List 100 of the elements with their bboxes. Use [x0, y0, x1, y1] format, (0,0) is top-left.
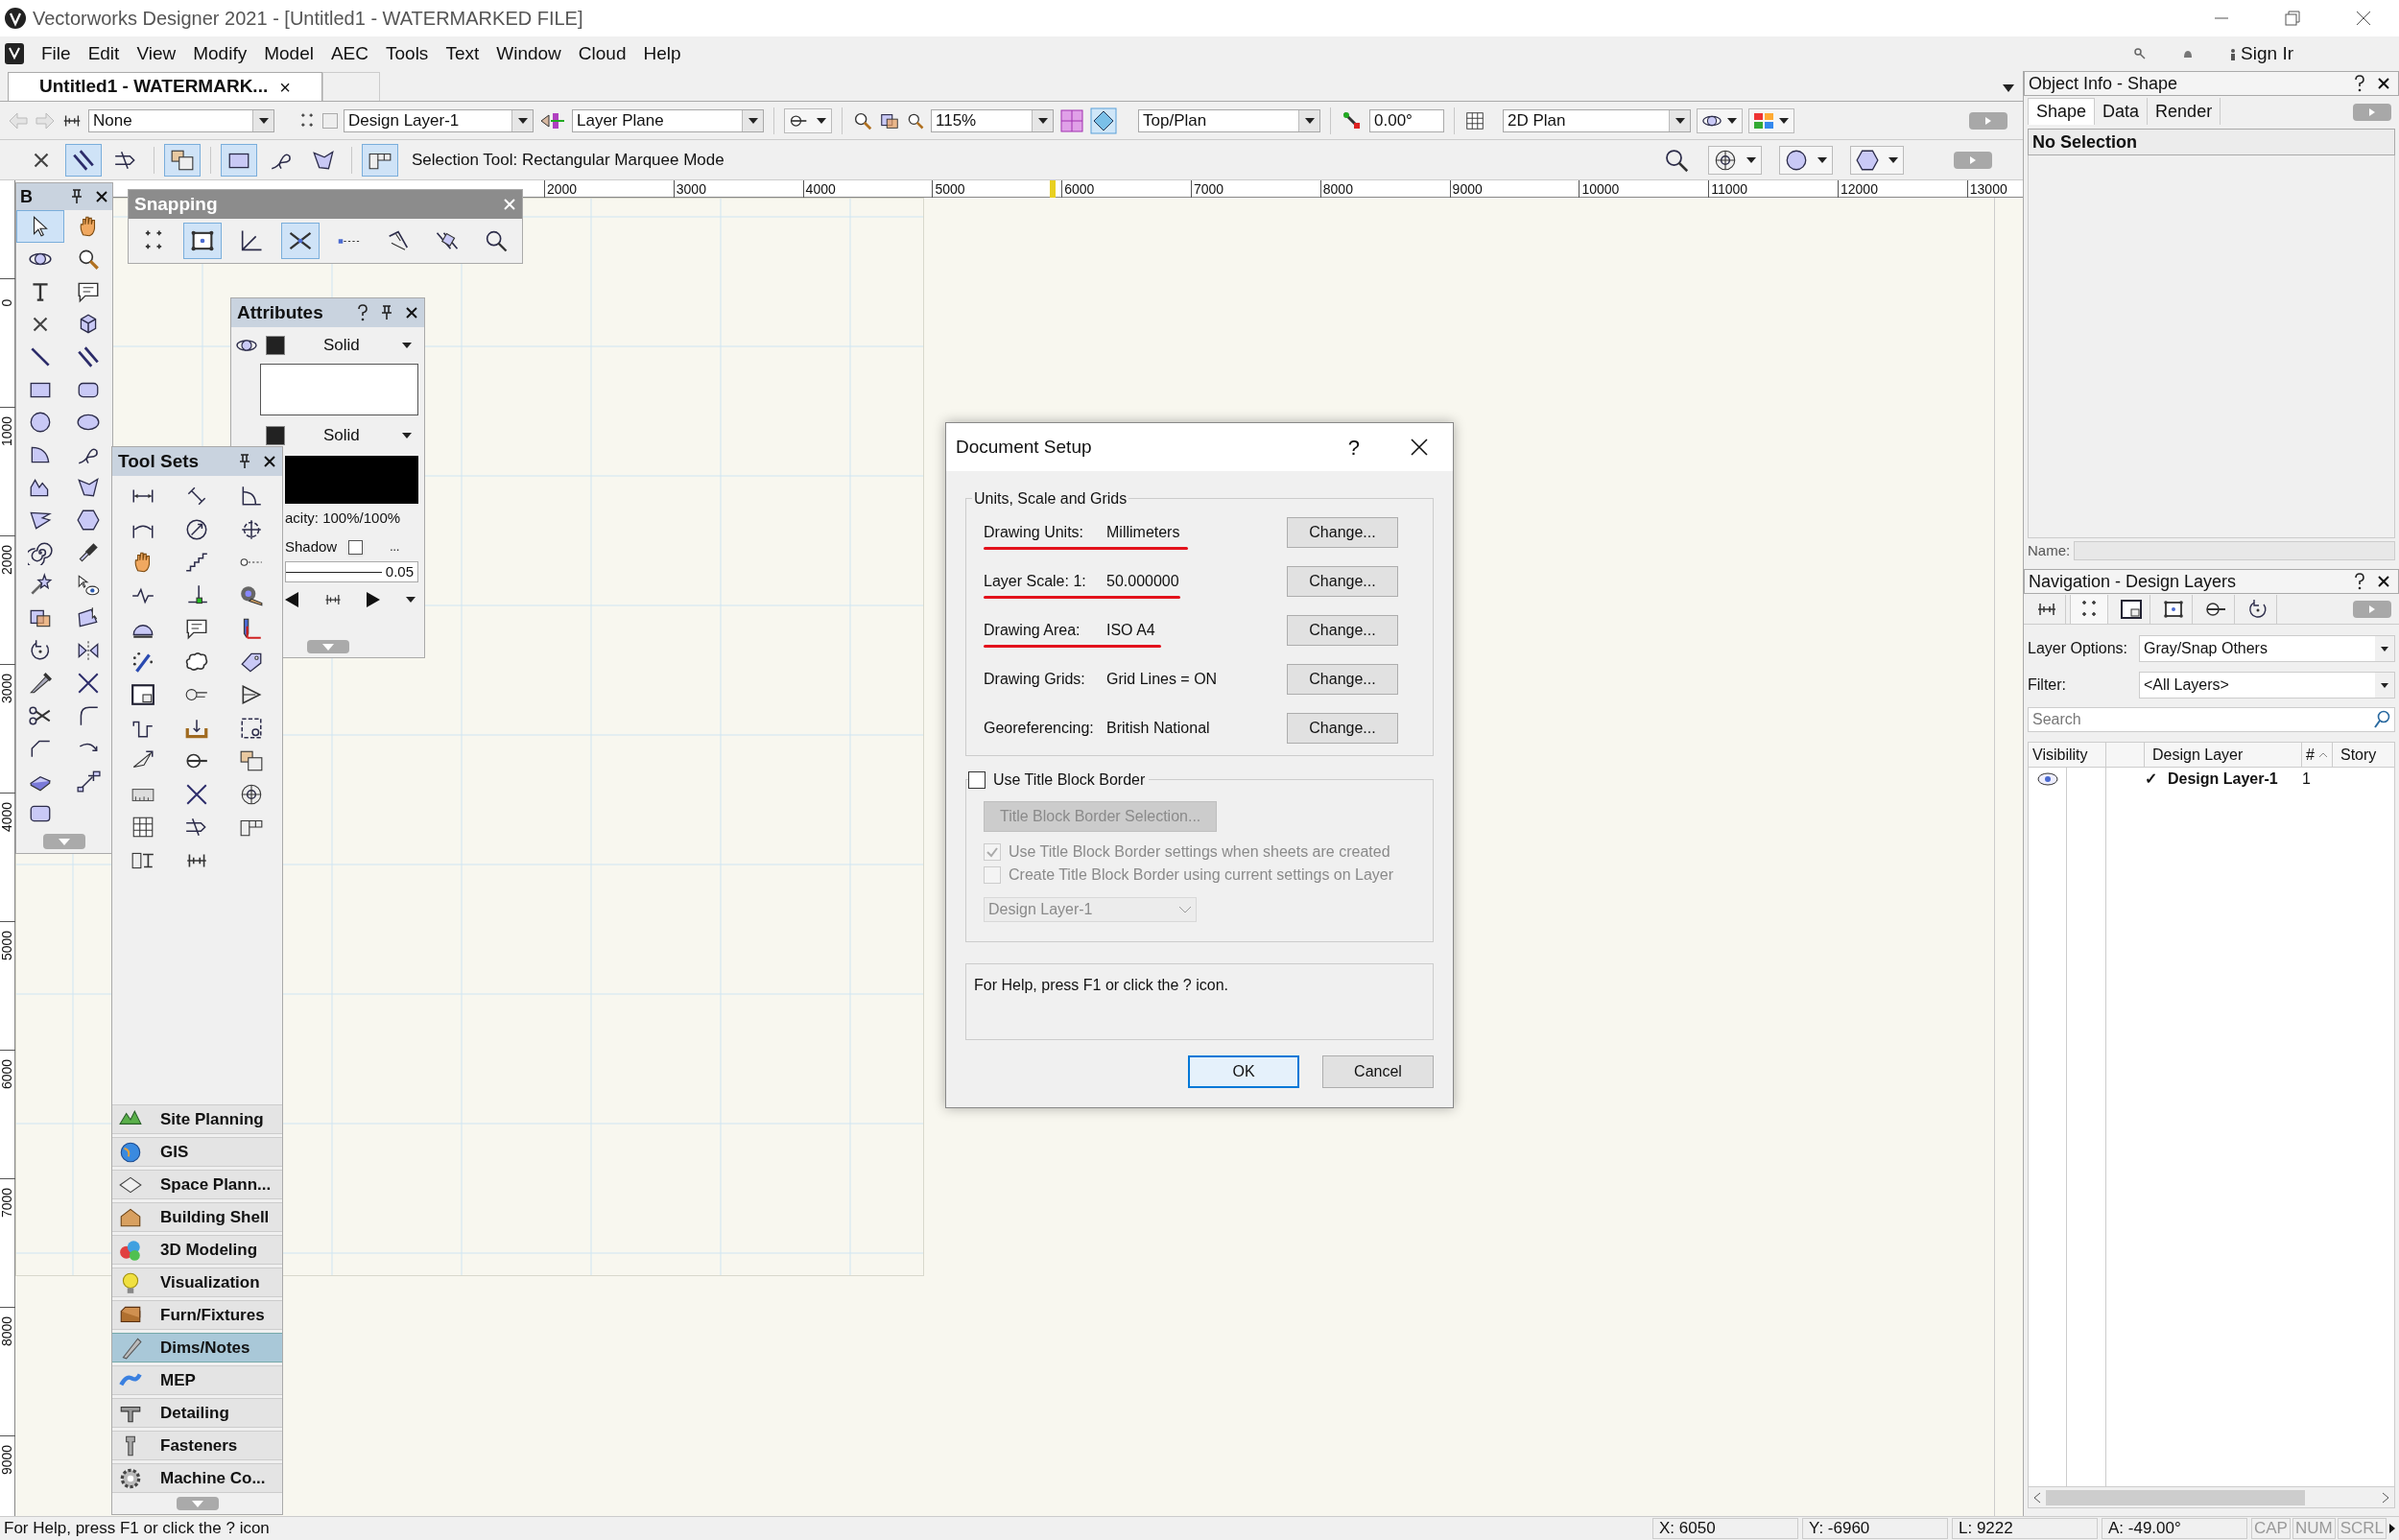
change-button[interactable]: Change...	[1287, 565, 1398, 597]
ruler-label: 8000	[0, 1315, 16, 1346]
ruler-label: 6000	[0, 1058, 16, 1089]
setting-label: Drawing Units:	[984, 522, 1085, 542]
tool-set-category[interactable]: Building Shell	[112, 1202, 282, 1232]
tool-set-category[interactable]: Space Plann...	[112, 1170, 282, 1199]
tool-set-category[interactable]: Machine Co...	[112, 1463, 282, 1493]
change-button[interactable]: Change...	[1287, 614, 1398, 646]
menu-item[interactable]: View	[128, 39, 185, 68]
ruler-label: 11000	[1710, 180, 1748, 198]
ruler-label: 12000	[1840, 180, 1878, 198]
ruler-label: 3000	[675, 180, 706, 198]
menu-item[interactable]: Window	[487, 39, 570, 68]
checkbox-label: Use Title Block Border settings when sheets are created	[1009, 842, 1390, 862]
menu-item[interactable]: Help	[634, 39, 690, 68]
layer-number: 1	[2302, 770, 2312, 790]
tool-set-category[interactable]: 3D Modeling	[112, 1235, 282, 1265]
help-button[interactable]: ?	[1347, 431, 1360, 463]
panel-tab[interactable]: Render	[2148, 98, 2221, 125]
setting-value: Millimeters	[1106, 522, 1180, 542]
menu-item[interactable]: Text	[437, 39, 488, 68]
dialog-title: Document Setup	[956, 435, 1092, 459]
filter-dropdown[interactable]: <All Layers>	[2139, 672, 2395, 699]
ruler-label: 9000	[1451, 180, 1483, 198]
tool-set-category[interactable]: Visualization	[112, 1268, 282, 1297]
view-dropdown[interactable]: Top/Plan	[1138, 108, 1320, 132]
change-button[interactable]: Change...	[1287, 663, 1398, 695]
ruler-label: 7000	[1193, 180, 1224, 198]
coordinate-readout: X: 6050	[1652, 1518, 1798, 1539]
menu-item[interactable]: Modify	[184, 39, 256, 68]
menu-item[interactable]: Cloud	[569, 39, 635, 68]
more-button[interactable]: ...	[390, 538, 400, 556]
tool-set-category[interactable]: Site Planning	[112, 1104, 282, 1134]
change-button[interactable]: Change...	[1287, 516, 1398, 548]
ruler-label: 2000	[546, 180, 578, 198]
menu-item[interactable]: Tools	[377, 39, 438, 68]
column-header[interactable]: Design Layer	[2145, 743, 2302, 768]
line-weight-field[interactable]: 0.05	[285, 561, 418, 582]
render-mode-dropdown[interactable]: 2D Plan	[1503, 108, 1691, 132]
key-indicator: SCRL	[2337, 1518, 2387, 1539]
status-help-text: For Help, press F1 or click the ? icon	[3, 1518, 271, 1540]
dialog-button[interactable]: OK	[1188, 1055, 1299, 1088]
setting-label: Layer Scale: 1:	[984, 571, 1087, 591]
selection-status: No Selection	[2032, 130, 2138, 154]
column-header[interactable]: #	[2306, 743, 2315, 767]
ruler-label: 7000	[0, 1187, 16, 1218]
setting-value: Grid Lines = ON	[1106, 669, 1218, 689]
layer-row[interactable]: ✓ Design Layer-1 1	[2029, 768, 2394, 792]
opacity-label: acity: 100%/100%	[285, 508, 401, 528]
setting-label: Drawing Area:	[984, 620, 1081, 640]
ruler-label: 6000	[1063, 180, 1095, 198]
tool-set-category[interactable]: Fasteners	[112, 1431, 282, 1460]
document-tab[interactable]: Untitled1 - WATERMARK... ×	[8, 72, 322, 101]
key-indicator: NUM	[2292, 1518, 2336, 1539]
ruler-label: 2000	[0, 544, 16, 575]
ruler-label: 1000	[0, 415, 16, 446]
setting-label: Georeferencing:	[984, 718, 1095, 738]
window-title: Vectorworks Designer 2021 - [Untitled1 - WATERMARKED FILE]	[33, 7, 583, 31]
ruler-label: 8000	[1321, 180, 1353, 198]
name-label: Name:	[2028, 541, 2071, 561]
menu-item[interactable]: Model	[255, 39, 322, 68]
setting-label: Drawing Grids:	[984, 669, 1086, 689]
checkbox-label: Create Title Block Border using current settings on Layer	[1009, 865, 1394, 885]
setting-value: British National	[1106, 718, 1210, 738]
rotation-field[interactable]: 0.00°	[1369, 108, 1444, 132]
layer-dropdown[interactable]: Design Layer-1	[344, 108, 534, 132]
tab-close-button[interactable]: ×	[279, 72, 291, 102]
zoom-dropdown[interactable]: 115%	[931, 108, 1054, 132]
tool-set-category[interactable]: Dims/Notes	[112, 1333, 282, 1362]
layer-options-dropdown[interactable]: Gray/Snap Others	[2139, 635, 2395, 663]
field-label: Filter:	[2028, 675, 2067, 696]
checkbox-label: Use Title Block Border	[993, 770, 1146, 790]
tool-set-category[interactable]: Detailing	[112, 1398, 282, 1428]
class-dropdown[interactable]: None	[88, 108, 274, 132]
panel-tab[interactable]: Shape	[2028, 98, 2096, 125]
ruler-label: 10000	[1580, 180, 1620, 198]
ruler-label: 4000	[0, 801, 16, 832]
fill-style-dropdown[interactable]: Solid	[293, 333, 420, 358]
pen-style-dropdown[interactable]: Solid	[293, 423, 420, 448]
tool-set-category[interactable]: MEP	[112, 1365, 282, 1395]
menu-item[interactable]: File	[33, 39, 80, 68]
menu-item[interactable]: AEC	[321, 39, 377, 68]
panel-tab[interactable]: Data	[2095, 98, 2149, 125]
coordinate-readout: A: -49.00°	[2102, 1518, 2247, 1539]
menu-item[interactable]: Edit	[79, 39, 129, 68]
ruler-label: 13000	[1968, 180, 2007, 198]
tool-set-category[interactable]: GIS	[112, 1137, 282, 1167]
setting-value: ISO A4	[1106, 620, 1155, 640]
sign-in-link[interactable]: Sign Ir	[2241, 39, 2293, 68]
layer-plane-dropdown[interactable]: Layer Plane	[572, 108, 764, 132]
column-header[interactable]: Story	[2333, 743, 2394, 768]
tool-set-category[interactable]: Furn/Fixtures	[112, 1300, 282, 1330]
shadow-label: Shadow	[285, 536, 338, 557]
change-button[interactable]: Change...	[1287, 712, 1398, 744]
dialog-button[interactable]: Cancel	[1322, 1055, 1434, 1088]
key-indicator: CAP	[2251, 1518, 2291, 1539]
tool-status-text: Selection Tool: Rectangular Marquee Mode	[412, 149, 724, 171]
panel-title: Navigation - Design Layers	[2029, 570, 2237, 593]
ruler-label: 4000	[804, 180, 836, 198]
column-header[interactable]: Visibility	[2029, 743, 2106, 768]
